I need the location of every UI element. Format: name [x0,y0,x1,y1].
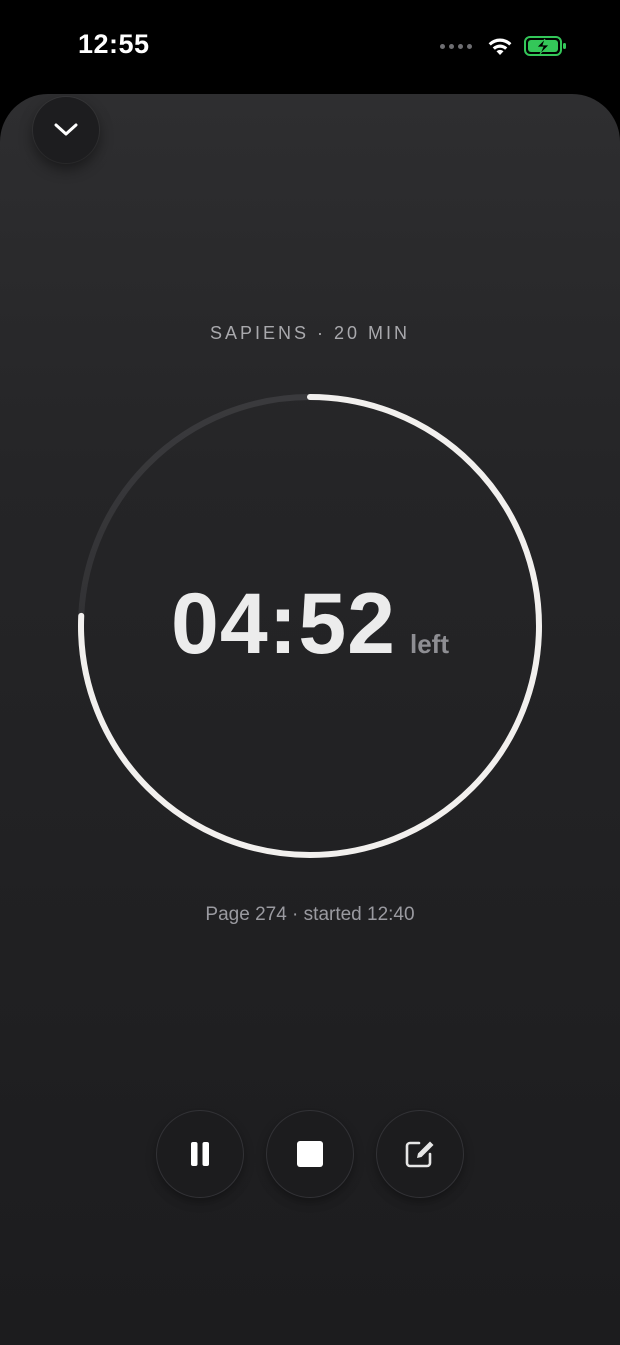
time-left-value: 04:52 [171,576,396,672]
edit-note-icon [405,1141,434,1168]
status-bar: 12:55 [0,0,620,94]
pause-button[interactable] [156,1110,244,1198]
edit-note-button[interactable] [376,1110,464,1198]
timer-controls [0,1110,620,1198]
time-remaining: 04:52 left [0,574,620,674]
status-icons [440,34,568,58]
battery-charging-icon [524,36,566,56]
timer-sheet: SAPIENS · 20 MIN 04:52 left Page 274 · s… [0,94,620,1345]
session-info: Page 274 · started 12:40 [205,904,415,925]
cellular-dots-icon [440,43,472,49]
stop-button[interactable] [266,1110,354,1198]
status-time: 12:55 [78,29,150,59]
wifi-icon [488,38,512,55]
stop-icon [297,1141,323,1167]
time-left-suffix: left [409,629,449,659]
pause-icon [191,1142,209,1166]
